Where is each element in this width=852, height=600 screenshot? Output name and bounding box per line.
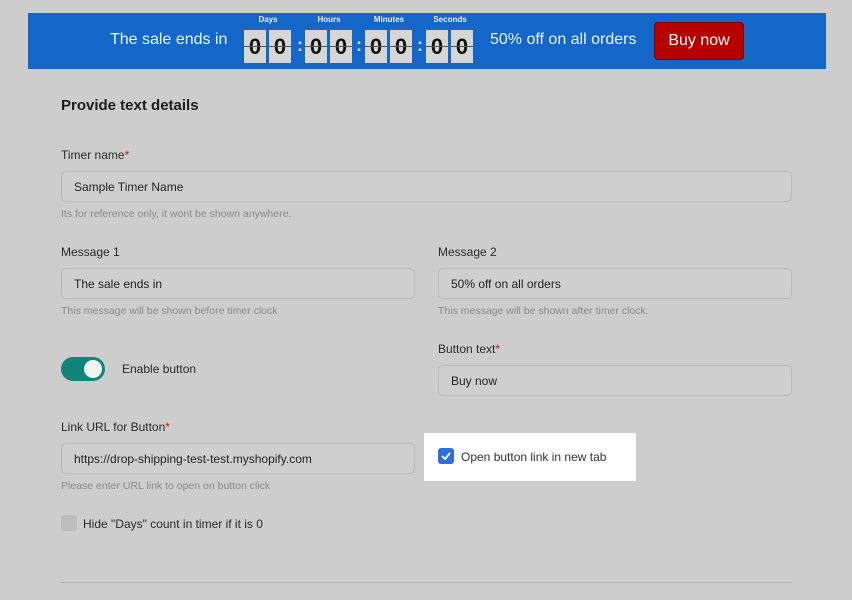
timer-separator: : xyxy=(297,35,303,55)
section-heading: Provide text details xyxy=(61,97,199,114)
checkmark-icon xyxy=(441,452,451,460)
link-url-input[interactable]: https://drop-shipping-test-test.myshopif… xyxy=(61,443,415,474)
required-mark: * xyxy=(165,420,170,434)
timer-minutes-label: Minutes xyxy=(373,15,405,24)
timer-digit: 0 xyxy=(451,30,473,63)
timer-digit: 0 xyxy=(330,30,352,63)
timer-digit: 0 xyxy=(426,30,448,63)
link-url-help: Please enter URL link to open on button … xyxy=(61,480,271,492)
timer-digit: 0 xyxy=(269,30,291,63)
countdown-banner-preview: The sale ends in Days 0 0 : Hours 0 0 : … xyxy=(28,13,826,69)
message1-label: Message 1 xyxy=(61,245,120,259)
timer-separator: : xyxy=(417,35,423,55)
message2-label: Message 2 xyxy=(438,245,497,259)
section-divider xyxy=(61,582,792,583)
toggle-knob xyxy=(84,360,102,378)
timer-digit: 0 xyxy=(244,30,266,63)
open-new-tab-checkbox[interactable] xyxy=(438,448,454,464)
required-mark: * xyxy=(495,342,501,356)
button-text-label-text: Button text xyxy=(438,342,496,356)
timer-name-label: Timer name* xyxy=(61,148,129,162)
timer-name-input[interactable]: Sample Timer Name xyxy=(61,171,792,202)
message1-input[interactable]: The sale ends in xyxy=(61,268,415,299)
timer-digit: 0 xyxy=(365,30,387,63)
enable-button-label: Enable button xyxy=(122,362,197,376)
timer-separator: : xyxy=(356,35,362,55)
link-url-label-text: Link URL for Button xyxy=(61,420,166,434)
button-text-label: Button text* xyxy=(438,342,500,356)
timer-seconds-label: Seconds xyxy=(433,15,467,24)
message2-input[interactable]: 50% off on all orders xyxy=(438,268,792,299)
banner-message-1: The sale ends in xyxy=(110,31,228,48)
timer-digit: 0 xyxy=(305,30,327,63)
timer-name-help: Its for reference only, it wont be shown… xyxy=(61,208,292,220)
banner-message-2: 50% off on all orders xyxy=(490,31,637,48)
message2-help: This message will be shown after timer c… xyxy=(438,305,649,317)
timer-name-label-text: Timer name xyxy=(61,148,125,162)
link-url-label: Link URL for Button* xyxy=(61,420,170,434)
required-mark: * xyxy=(124,148,130,162)
hide-days-label[interactable]: Hide "Days" count in timer if it is 0 xyxy=(83,517,263,531)
timer-digit: 0 xyxy=(390,30,412,63)
open-new-tab-label[interactable]: Open button link in new tab xyxy=(461,450,606,464)
buy-now-button[interactable]: Buy now xyxy=(654,22,744,60)
button-text-input[interactable]: Buy now xyxy=(438,365,792,396)
timer-days-label: Days xyxy=(258,15,278,24)
message1-help: This message will be shown before timer … xyxy=(61,305,278,317)
enable-button-toggle[interactable] xyxy=(61,357,105,381)
hide-days-checkbox[interactable] xyxy=(61,515,77,531)
timer-hours-label: Hours xyxy=(317,15,341,24)
